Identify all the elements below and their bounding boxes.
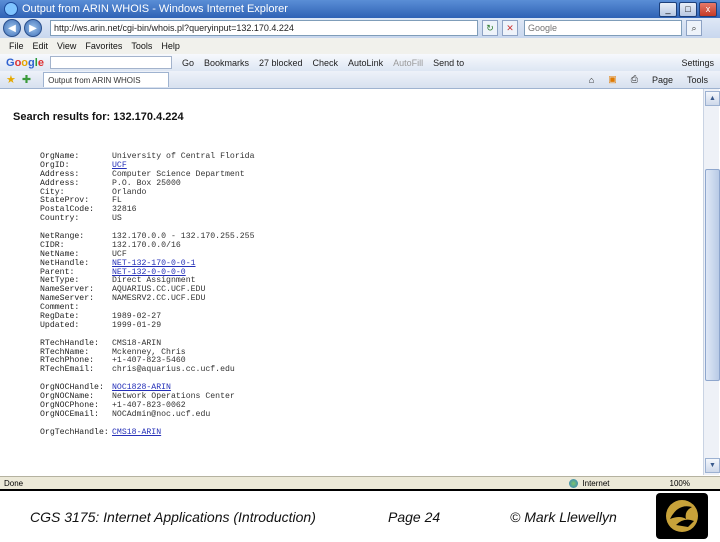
zone-label: Internet: [582, 479, 610, 488]
whois-link[interactable]: UCF: [112, 161, 127, 170]
whois-value: Orlando: [112, 187, 147, 197]
vertical-scrollbar[interactable]: ▲ ▼: [703, 89, 720, 475]
whois-line: OrgTechHandle: CMS18-ARIN: [40, 427, 255, 438]
whois-key: RTechEmail:: [40, 365, 95, 375]
favorites-star-icon[interactable]: ★: [6, 73, 16, 86]
refresh-icon[interactable]: ↻: [482, 20, 498, 36]
whois-value: NOCAdmin@noc.ucf.edu: [112, 409, 211, 419]
security-zone: Internet: [569, 479, 610, 488]
back-icon[interactable]: ◀: [3, 19, 21, 37]
whois-value: AQUARIUS.CC.UCF.EDU: [112, 285, 206, 295]
copyright: © Mark Llewellyn: [510, 509, 617, 525]
whois-line: OrgName: University of Central Florida: [40, 152, 255, 162]
whois-link[interactable]: NET-132-170-0-0-1: [112, 259, 196, 268]
menu-edit[interactable]: Edit: [33, 41, 49, 51]
whois-value: chris@aquarius.cc.ucf.edu: [112, 365, 235, 375]
page-number: Page 24: [388, 509, 441, 525]
whois-value: +1-407-823-0062: [112, 400, 186, 410]
maximize-button[interactable]: □: [679, 1, 697, 17]
toolbar-settings[interactable]: Settings: [681, 58, 714, 68]
whois-value: 1999-01-29: [112, 320, 162, 330]
google-go-button[interactable]: Go: [182, 58, 194, 68]
search-input[interactable]: [524, 20, 682, 36]
whois-value: 132.170.0.0 - 132.170.255.255: [112, 232, 255, 242]
whois-line: OrgNOCEmail: NOCAdmin@noc.ucf.edu: [40, 409, 255, 420]
search-icon[interactable]: ⌕: [686, 20, 702, 36]
whois-value: US: [112, 214, 122, 224]
google-logo: Google: [6, 56, 44, 69]
whois-value: University of Central Florida: [112, 152, 255, 161]
whois-value: UCF: [112, 249, 127, 259]
scroll-thumb[interactable]: [705, 169, 720, 381]
close-button[interactable]: x: [699, 1, 717, 17]
whois-value: P.O. Box 25000: [112, 178, 181, 188]
zoom-level[interactable]: 100%: [670, 479, 690, 488]
stop-icon[interactable]: ✕: [502, 20, 518, 36]
status-text: Done: [4, 479, 24, 488]
address-row: ◀ ▶ ↻ ✕ ⌕: [0, 18, 720, 38]
minimize-button[interactable]: _: [659, 1, 677, 17]
course-title: CGS 3175: Internet Applications (Introdu…: [30, 509, 316, 525]
whois-line: Country: US: [40, 214, 255, 224]
slide-footer: CGS 3175: Internet Applications (Introdu…: [0, 489, 720, 542]
menu-tools[interactable]: Tools: [131, 41, 152, 51]
feeds-icon[interactable]: ▣: [608, 74, 617, 85]
whois-line: Address: P.O. Box 25000: [40, 178, 255, 189]
whois-record: OrgName: University of Central Florida Org…: [40, 152, 255, 438]
whois-value: 132.170.0.0/16: [112, 240, 181, 250]
whois-link[interactable]: NOC1828-ARIN: [112, 383, 171, 392]
page-content: Search results for: 132.170.4.224 OrgNam…: [0, 89, 703, 475]
whois-value: Network Operations Center: [112, 392, 235, 402]
whois-line: Updated: 1999-01-29: [40, 320, 255, 331]
scroll-up-icon[interactable]: ▲: [705, 91, 720, 106]
home-icon[interactable]: ⌂: [589, 75, 594, 85]
globe-icon: [569, 479, 579, 488]
menu-favorites[interactable]: Favorites: [85, 41, 122, 51]
ucf-pegasus-logo: [656, 493, 708, 539]
window-titlebar: Output from ARIN WHOIS - Windows Interne…: [0, 0, 720, 18]
tools-menu[interactable]: Tools: [687, 75, 708, 85]
page-menu[interactable]: Page: [652, 75, 673, 85]
add-favorite-icon[interactable]: ✚: [22, 73, 31, 86]
print-icon[interactable]: ⎙: [631, 74, 638, 85]
toolbar-autofill[interactable]: AutoFill: [393, 58, 423, 68]
whois-key: Updated:: [40, 320, 80, 330]
whois-line: RTechEmail: chris@aquarius.cc.ucf.edu: [40, 365, 255, 375]
whois-link[interactable]: CMS18-ARIN: [112, 428, 161, 437]
toolbar-bookmarks[interactable]: Bookmarks: [204, 58, 249, 68]
whois-key: Country:: [40, 214, 80, 224]
menu-help[interactable]: Help: [161, 41, 180, 51]
whois-key: OrgTechHandle:: [40, 427, 109, 437]
forward-icon[interactable]: ▶: [24, 19, 42, 37]
whois-value: 1989-02-27: [112, 312, 162, 322]
search-results-title: Search results for: 132.170.4.224: [13, 111, 184, 123]
whois-value: CMS18-ARIN: [112, 338, 162, 348]
tab-arin-whois[interactable]: Output from ARIN WHOIS: [43, 72, 170, 87]
google-search-input[interactable]: [49, 56, 172, 69]
menu-file[interactable]: File: [9, 41, 24, 51]
whois-value: Computer Science Department: [112, 169, 245, 179]
internet-explorer-icon: [4, 2, 18, 16]
toolbar-send-to[interactable]: Send to: [433, 58, 464, 68]
whois-value: Direct Assignment: [112, 276, 196, 286]
menu-view[interactable]: View: [57, 41, 76, 51]
whois-value: NAMESRV2.CC.UCF.EDU: [112, 294, 206, 304]
address-input[interactable]: [50, 20, 478, 36]
toolbar-autolink[interactable]: AutoLink: [348, 58, 383, 68]
scroll-down-icon[interactable]: ▼: [705, 458, 720, 473]
status-bar: Done Internet 100%: [0, 476, 720, 490]
window-title: Output from ARIN WHOIS - Windows Interne…: [22, 3, 288, 15]
whois-key: OrgNOCEmail:: [40, 409, 99, 419]
whois-value: 32816: [112, 205, 137, 215]
tab-row: ★ ✚ Output from ARIN WHOIS ⌂ ▣ ⎙ Page To…: [0, 71, 720, 89]
menu-bar: File Edit View Favorites Tools Help: [0, 38, 720, 55]
toolbar-popup-blocked[interactable]: 27 blocked: [259, 58, 303, 68]
google-toolbar: Google Go Bookmarks 27 blocked Check Aut…: [0, 54, 720, 72]
toolbar-check[interactable]: Check: [313, 58, 339, 68]
